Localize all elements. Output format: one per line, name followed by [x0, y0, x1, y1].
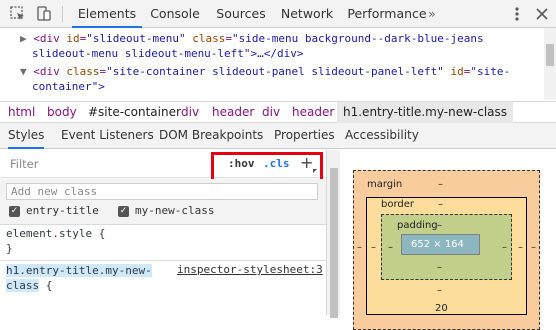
tab-styles[interactable]: Styles	[8, 123, 45, 149]
tab-event-listeners[interactable]: Event Listeners	[61, 123, 154, 148]
breadcrumb-site-container[interactable]: #site-container	[88, 102, 181, 123]
breadcrumb-div-2[interactable]: div	[262, 102, 280, 123]
inspect-element-icon[interactable]	[8, 4, 28, 24]
margin-right-value[interactable]: –	[531, 242, 536, 253]
content-size[interactable]: 652 × 164	[411, 239, 464, 250]
styles-filter-bar: :hov .cls +	[0, 150, 326, 183]
box-model-pane: margin – – – border – – – padding – – – …	[341, 150, 556, 330]
dom-node-slideout-menu-cont: slideout-menu slideout-menu-left">…</div…	[32, 47, 304, 60]
close-icon[interactable]	[532, 4, 552, 24]
rule-selector-line2[interactable]: class {	[6, 278, 52, 293]
device-toolbar-icon[interactable]	[34, 4, 54, 24]
dom-scroll-thumb[interactable]	[546, 44, 554, 66]
dom-tree[interactable]: ▶ <div id="slideout-menu" class="side-me…	[0, 28, 556, 100]
element-style-selector[interactable]: element.style {	[6, 226, 105, 241]
more-tabs-icon[interactable]: »	[427, 0, 437, 27]
class-label-my-new-class: my-new-class	[135, 204, 215, 217]
border-left-value[interactable]: –	[371, 242, 376, 253]
styles-scrollbar[interactable]	[326, 150, 340, 318]
tab-dom-breakpoints[interactable]: DOM Breakpoints	[159, 123, 263, 148]
styles-pane: :hov .cls + ✓ entry-title ✓ my-new-class…	[0, 150, 326, 315]
breadcrumb-div[interactable]: div	[181, 102, 199, 123]
breadcrumb-header-2[interactable]: header	[292, 102, 334, 123]
padding-label: padding	[397, 220, 438, 231]
margin-top-value[interactable]: –	[438, 179, 443, 190]
tab-elements[interactable]: Elements	[72, 0, 142, 28]
tab-accessibility[interactable]: Accessibility	[345, 123, 419, 148]
border-label: border	[381, 199, 415, 210]
breadcrumb: html body #site-container div header div…	[0, 101, 556, 123]
checkbox-my-new-class[interactable]: ✓	[118, 206, 129, 217]
devtools-toolbar: Elements Console Sources Network Perform…	[0, 0, 556, 28]
element-style-close: }	[6, 242, 13, 255]
toolbar-separator	[62, 6, 63, 22]
styles-scroll-thumb[interactable]	[330, 168, 338, 318]
breadcrumb-html[interactable]: html	[8, 102, 35, 123]
dom-node-site-container[interactable]: ▼ <div class="site-container slideout-pa…	[20, 64, 510, 79]
padding-right-value[interactable]: –	[502, 242, 507, 253]
padding-left-value[interactable]: –	[388, 242, 393, 253]
margin-bottom-value[interactable]: 20	[435, 303, 448, 314]
tab-sources[interactable]: Sources	[213, 0, 269, 27]
border-right-value[interactable]: –	[518, 242, 523, 253]
inspector-stylesheet-link[interactable]: inspector-stylesheet:3	[177, 263, 323, 276]
checkbox-entry-title[interactable]: ✓	[9, 206, 20, 217]
breadcrumb-header[interactable]: header	[212, 102, 254, 123]
padding-bottom-value[interactable]: –	[437, 262, 442, 273]
tab-properties[interactable]: Properties	[274, 123, 335, 148]
dom-node-slideout-menu[interactable]: ▶ <div id="slideout-menu" class="side-me…	[20, 31, 484, 46]
element-style-rule[interactable]: element.style { }	[0, 226, 326, 261]
h1-style-rule[interactable]: h1.entry-title.my-new- class { inspector…	[0, 261, 326, 321]
padding-top-value[interactable]: –	[437, 220, 442, 231]
dom-node-site-container-cont: container">	[32, 80, 105, 93]
border-bottom-value[interactable]: –	[437, 285, 442, 296]
class-toggle-panel: ✓ entry-title ✓ my-new-class	[0, 179, 326, 225]
add-class-input[interactable]	[6, 183, 318, 200]
tab-console[interactable]: Console	[146, 0, 204, 27]
kebab-icon[interactable]	[507, 4, 527, 24]
filter-input[interactable]	[8, 156, 188, 172]
breadcrumb-body[interactable]: body	[47, 102, 77, 123]
class-label-entry-title: entry-title	[26, 204, 99, 217]
tab-network[interactable]: Network	[279, 0, 335, 27]
rule-selector-line1[interactable]: h1.entry-title.my-new-	[6, 263, 152, 278]
dom-scrollbar[interactable]	[544, 28, 556, 100]
expand-arrow-icon[interactable]: ▶	[20, 32, 27, 45]
tab-performance[interactable]: Performance	[347, 0, 427, 27]
sidebar-tabs: Styles Event Listeners DOM Breakpoints P…	[0, 123, 556, 149]
breadcrumb-h1[interactable]: h1.entry-title.my-new-class	[337, 102, 514, 123]
collapse-arrow-icon[interactable]: ▼	[20, 65, 27, 78]
margin-label: margin	[367, 179, 403, 190]
border-top-value[interactable]: –	[438, 199, 443, 210]
margin-left-value[interactable]: –	[357, 242, 362, 253]
